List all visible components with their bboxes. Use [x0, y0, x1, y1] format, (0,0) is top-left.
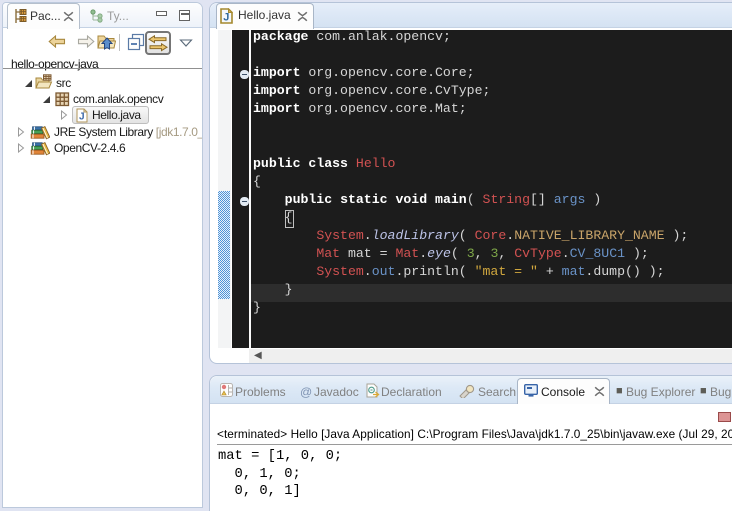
- svg-text:J: J: [223, 12, 229, 24]
- svg-text:J: J: [79, 112, 85, 123]
